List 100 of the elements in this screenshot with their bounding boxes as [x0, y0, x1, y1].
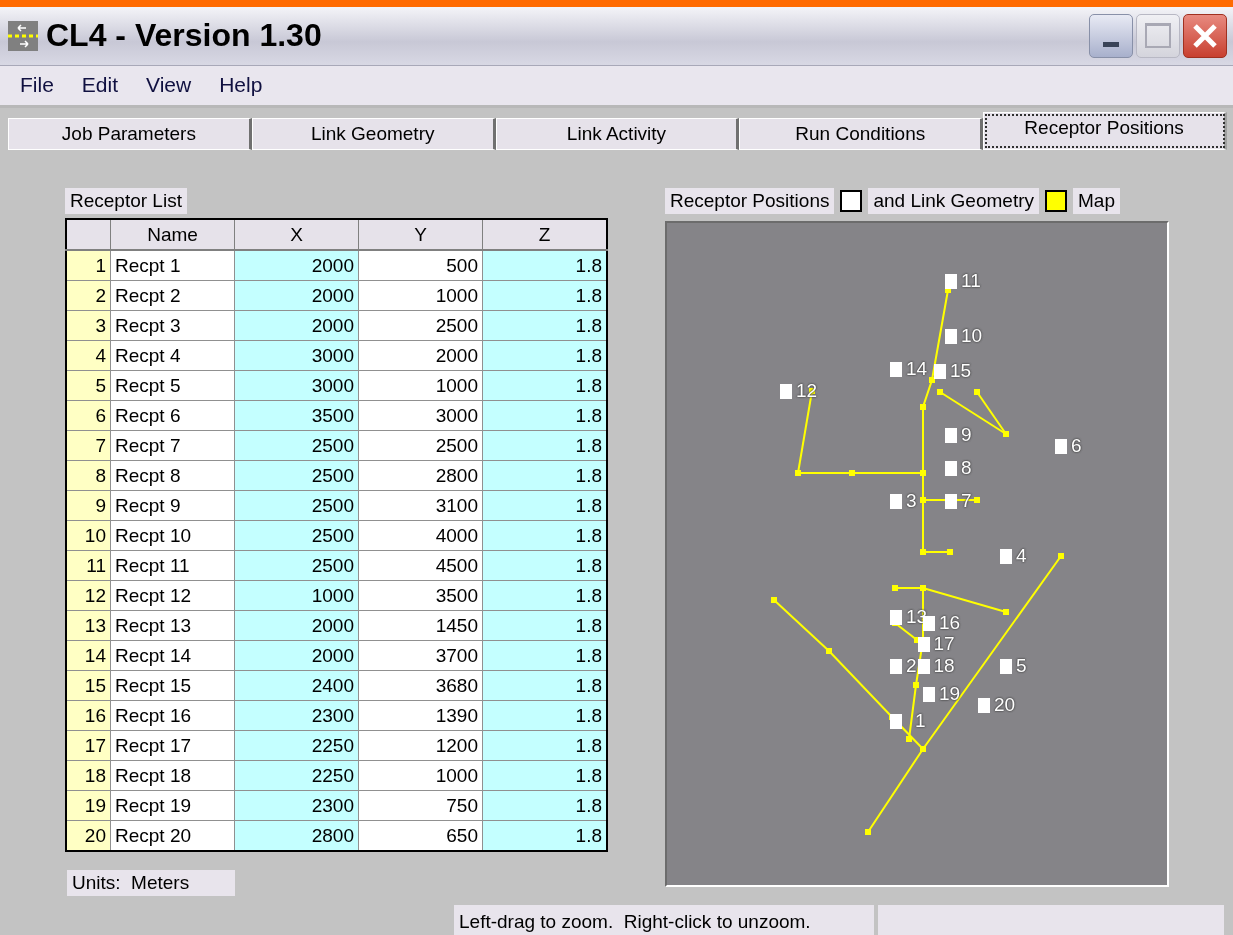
table-cell[interactable]: 1.8	[482, 340, 607, 371]
tab[interactable]: Link Geometry	[251, 118, 496, 150]
table-cell[interactable]: 1.8	[482, 550, 607, 581]
table-cell[interactable]: 2500	[234, 550, 359, 581]
table-cell[interactable]: 3500	[234, 400, 359, 431]
table-cell[interactable]: 2250	[234, 760, 359, 791]
table-cell[interactable]: 3700	[358, 640, 483, 671]
table-cell[interactable]: 2000	[234, 280, 359, 311]
table-cell[interactable]: 750	[358, 790, 483, 821]
table-cell[interactable]: Recpt 15	[110, 670, 235, 701]
table-cell[interactable]: Recpt 12	[110, 580, 235, 611]
table-cell[interactable]: 2500	[234, 460, 359, 491]
menu-item[interactable]: Edit	[81, 73, 119, 98]
table-cell[interactable]: Recpt 6	[110, 400, 235, 431]
table-cell[interactable]: 1390	[358, 700, 483, 731]
table-cell[interactable]: 2300	[234, 790, 359, 821]
table-cell[interactable]: 1.8	[482, 490, 607, 521]
section-label: Receptor List	[65, 188, 187, 214]
table-cell[interactable]: Recpt 8	[110, 460, 235, 491]
table-cell[interactable]: 3000	[234, 340, 359, 371]
row-number: 1	[66, 250, 111, 281]
table-cell[interactable]: Recpt 9	[110, 490, 235, 521]
table-cell[interactable]: 1.8	[482, 580, 607, 611]
table-cell[interactable]: 4500	[358, 550, 483, 581]
table-cell[interactable]: 1.8	[482, 640, 607, 671]
table-cell[interactable]: 1.8	[482, 670, 607, 701]
table-cell[interactable]: Recpt 10	[110, 520, 235, 551]
table-cell[interactable]: Recpt 5	[110, 370, 235, 401]
receptor-marker	[917, 637, 930, 652]
table-cell[interactable]: 2000	[234, 610, 359, 641]
table-cell[interactable]: 1.8	[482, 700, 607, 731]
table-cell[interactable]: 1.8	[482, 820, 607, 851]
table-cell[interactable]: 3680	[358, 670, 483, 701]
table-cell[interactable]: 1200	[358, 730, 483, 761]
table-cell[interactable]: 1.8	[482, 250, 607, 281]
table-cell[interactable]: 1.8	[482, 370, 607, 401]
table-cell[interactable]: 2400	[234, 670, 359, 701]
table-cell[interactable]: Recpt 19	[110, 790, 235, 821]
table-cell[interactable]: 2500	[234, 430, 359, 461]
table-cell[interactable]: 1.8	[482, 430, 607, 461]
table-cell[interactable]: Recpt 17	[110, 730, 235, 761]
tab[interactable]: Receptor Positions	[983, 112, 1227, 150]
menu-item[interactable]: File	[20, 73, 54, 98]
table-cell[interactable]: 3000	[234, 370, 359, 401]
table-cell[interactable]: 1.8	[482, 280, 607, 311]
table-cell[interactable]: 1.8	[482, 730, 607, 761]
table-cell[interactable]: 2800	[358, 460, 483, 491]
table-cell[interactable]: Recpt 18	[110, 760, 235, 791]
receptor-marker	[890, 714, 902, 729]
table-cell[interactable]: 1.8	[482, 520, 607, 551]
receptor-label: 6	[1071, 435, 1082, 457]
table-cell[interactable]: Recpt 4	[110, 340, 235, 371]
table-cell[interactable]: 1450	[358, 610, 483, 641]
table-cell[interactable]: Recpt 1	[110, 250, 235, 281]
receptor-label: 1	[915, 710, 926, 732]
table-cell[interactable]: Recpt 2	[110, 280, 235, 311]
table-cell[interactable]: 2250	[234, 730, 359, 761]
table-cell[interactable]: 2500	[234, 490, 359, 521]
table-cell[interactable]: 2300	[234, 700, 359, 731]
table-cell[interactable]: Recpt 7	[110, 430, 235, 461]
table-cell[interactable]: Recpt 11	[110, 550, 235, 581]
close-button[interactable]	[1183, 13, 1227, 58]
table-cell[interactable]: 2500	[234, 520, 359, 551]
table-cell[interactable]: 1.8	[482, 460, 607, 491]
table-cell[interactable]: 3100	[358, 490, 483, 521]
table-cell[interactable]: 2000	[358, 340, 483, 371]
table-cell[interactable]: Recpt 13	[110, 610, 235, 641]
table-cell[interactable]: 1.8	[482, 760, 607, 791]
table-cell[interactable]: 3500	[358, 580, 483, 611]
table-cell[interactable]: 3000	[358, 400, 483, 431]
table-cell[interactable]: 2800	[234, 820, 359, 851]
table-cell[interactable]: Recpt 14	[110, 640, 235, 671]
table-cell[interactable]: Recpt 3	[110, 310, 235, 341]
receptor-label: 2	[906, 655, 917, 677]
table-cell[interactable]: 4000	[358, 520, 483, 551]
table-cell[interactable]: 2500	[358, 310, 483, 341]
menu-item[interactable]: Help	[219, 73, 263, 98]
tab[interactable]: Job Parameters	[8, 118, 252, 150]
table-cell[interactable]: Recpt 16	[110, 700, 235, 731]
table-cell[interactable]: 2500	[358, 430, 483, 461]
table-cell[interactable]: 1000	[234, 580, 359, 611]
table-cell[interactable]: 1.8	[482, 610, 607, 641]
receptor-label: 20	[994, 693, 1016, 716]
table-cell[interactable]: 1000	[358, 280, 483, 311]
receptor-label: 19	[939, 682, 961, 705]
table-cell[interactable]: 1.8	[482, 310, 607, 341]
row-number: 15	[66, 670, 111, 701]
table-cell[interactable]: 500	[358, 250, 483, 281]
tab[interactable]: Link Activity	[495, 118, 740, 150]
menu-item[interactable]: View	[146, 73, 192, 98]
row-number: 3	[66, 310, 111, 341]
minimize-button[interactable]	[1089, 13, 1133, 58]
table-cell[interactable]: 1000	[358, 370, 483, 401]
tab[interactable]: Run Conditions	[739, 118, 984, 150]
table-cell[interactable]: 1.8	[482, 790, 607, 821]
table-cell[interactable]: 1000	[358, 760, 483, 791]
table-cell[interactable]: 1.8	[482, 400, 607, 431]
table-cell[interactable]: 2000	[234, 250, 359, 281]
table-cell[interactable]: 2000	[234, 310, 359, 341]
table-cell[interactable]: 2000	[234, 640, 359, 671]
